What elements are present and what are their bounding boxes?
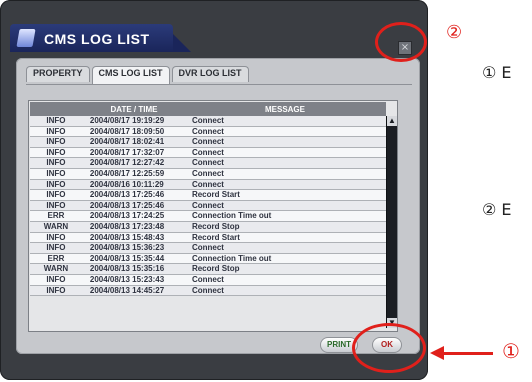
tab-cms-log-list[interactable]: CMS LOG LIST: [91, 66, 170, 84]
tab-underline: [26, 84, 412, 85]
row-level: INFO: [46, 179, 66, 189]
annotation-marker-2: ②: [446, 22, 463, 43]
row-message: Connect: [191, 274, 224, 284]
row-time: 2004/08/13 17:25:46: [89, 190, 165, 200]
row-level: INFO: [46, 168, 66, 178]
table-row[interactable]: INFO 2004/08/16 10:11:29 Connect: [30, 179, 386, 191]
row-level: INFO: [46, 232, 66, 242]
table-row[interactable]: INFO 2004/08/17 18:09:50 Connect: [30, 126, 386, 138]
row-message: Connect: [191, 168, 224, 178]
table-row[interactable]: INFO 2004/08/17 19:19:29 Connect: [30, 116, 386, 127]
close-highlight-circle: [375, 22, 427, 62]
annotation-arrow-line: [443, 352, 493, 355]
row-time: 2004/08/13 15:35:16: [89, 264, 165, 274]
row-level: INFO: [46, 147, 66, 157]
row-time: 2004/08/13 17:25:46: [89, 200, 165, 210]
table-row[interactable]: INFO 2004/08/17 18:02:41 Connect: [30, 137, 386, 148]
row-time: 2004/08/13 15:35:44: [89, 253, 165, 263]
row-message: Connection Time out: [191, 253, 272, 263]
header-date-time: DATE / TIME: [110, 104, 158, 114]
row-level: INFO: [46, 137, 66, 147]
row-time: 2004/08/17 18:09:50: [89, 126, 165, 136]
row-level: INFO: [46, 116, 66, 125]
row-time: 2004/08/17 12:25:59: [89, 168, 165, 178]
row-time: 2004/08/13 17:24:25: [89, 211, 165, 221]
row-level: WARN: [43, 264, 69, 274]
log-rows: INFO 2004/08/17 19:19:29 Connect INFO 2004/…: [30, 116, 386, 328]
row-message: Record Start: [191, 232, 240, 242]
row-message: Record Stop: [191, 264, 240, 274]
tab-property[interactable]: PROPERTY: [26, 66, 90, 82]
row-level: ERR: [47, 211, 65, 221]
table-row[interactable]: INFO 2004/08/13 15:36:23 Connect: [30, 243, 386, 254]
row-time: 2004/08/17 17:32:07: [89, 147, 165, 157]
log-scrollbar[interactable]: ▲ ▼: [386, 116, 397, 328]
annotation-marker-1: ①: [502, 339, 520, 363]
row-message: Connect: [191, 179, 224, 189]
row-message: Connect: [191, 116, 224, 125]
row-message: Connect: [191, 158, 224, 168]
row-level: INFO: [46, 200, 66, 210]
row-level: INFO: [46, 243, 66, 253]
row-message: Connect: [191, 126, 224, 136]
row-time: 2004/08/17 12:27:42: [89, 158, 165, 168]
scroll-up-icon[interactable]: ▲: [387, 116, 397, 126]
side-text-2: ② E: [482, 200, 512, 219]
row-message: Connect: [191, 243, 224, 253]
row-level: INFO: [46, 274, 66, 284]
row-level: ERR: [47, 253, 65, 263]
tab-dvr-log-list[interactable]: DVR LOG LIST: [171, 66, 249, 82]
row-message: Connect: [191, 147, 224, 157]
row-message: Connect: [191, 285, 224, 295]
table-row[interactable]: INFO 2004/08/13 15:23:43 Connect: [30, 274, 386, 286]
row-message: Connect: [191, 200, 224, 210]
row-level: INFO: [46, 126, 66, 136]
row-time: 2004/08/13 14:45:27: [89, 285, 165, 295]
title-bar-notch: [173, 34, 191, 52]
table-row[interactable]: WARN 2004/08/13 15:35:16 Record Stop: [30, 264, 386, 275]
table-row[interactable]: WARN 2004/08/13 17:23:48 Record Stop: [30, 221, 386, 233]
table-row[interactable]: ERR 2004/08/13 17:24:25 Connection Time ou…: [30, 211, 386, 222]
side-text-1: ① E: [482, 63, 512, 82]
window-title: CMS LOG LIST: [44, 31, 150, 47]
row-time: 2004/08/13 15:23:43: [89, 274, 165, 284]
annotation-arrow-head-icon: [430, 346, 444, 360]
table-row[interactable]: INFO 2004/08/13 17:25:46 Record Start: [30, 190, 386, 201]
row-level: INFO: [46, 190, 66, 200]
row-time: 2004/08/13 15:36:23: [89, 243, 165, 253]
table-row[interactable]: INFO 2004/08/13 14:45:27 Connect: [30, 285, 386, 297]
row-level: INFO: [46, 285, 66, 295]
row-time: 2004/08/16 10:11:29: [89, 179, 164, 189]
ok-highlight-circle: [352, 323, 426, 373]
row-message: Record Start: [191, 190, 240, 200]
row-message: Record Stop: [191, 221, 240, 231]
tab-strip: PROPERTY CMS LOG LIST DVR LOG LIST: [26, 66, 249, 84]
app-logo-icon: [16, 29, 36, 47]
table-header: DATE / TIME MESSAGE: [30, 102, 386, 116]
table-row[interactable]: INFO 2004/08/13 15:48:43 Record Start: [30, 232, 386, 244]
table-row[interactable]: INFO 2004/08/17 12:27:42 Connect: [30, 158, 386, 169]
table-row[interactable]: INFO 2004/08/13 17:25:46 Connect: [30, 200, 386, 212]
row-time: 2004/08/17 18:02:41: [89, 137, 165, 147]
table-row[interactable]: INFO 2004/08/17 12:25:59 Connect: [30, 168, 386, 180]
row-message: Connection Time out: [191, 211, 272, 221]
row-level: WARN: [43, 221, 69, 231]
table-row[interactable]: INFO 2004/08/17 17:32:07 Connect: [30, 147, 386, 159]
row-message: Connect: [191, 137, 224, 147]
table-row[interactable]: ERR 2004/08/13 15:35:44 Connection Time ou…: [30, 253, 386, 265]
header-message: MESSAGE: [264, 104, 305, 114]
row-time: 2004/08/13 17:23:48: [89, 221, 165, 231]
row-time: 2004/08/17 19:19:29: [89, 116, 165, 125]
row-time: 2004/08/13 15:48:43: [89, 232, 165, 242]
row-level: INFO: [46, 158, 66, 168]
